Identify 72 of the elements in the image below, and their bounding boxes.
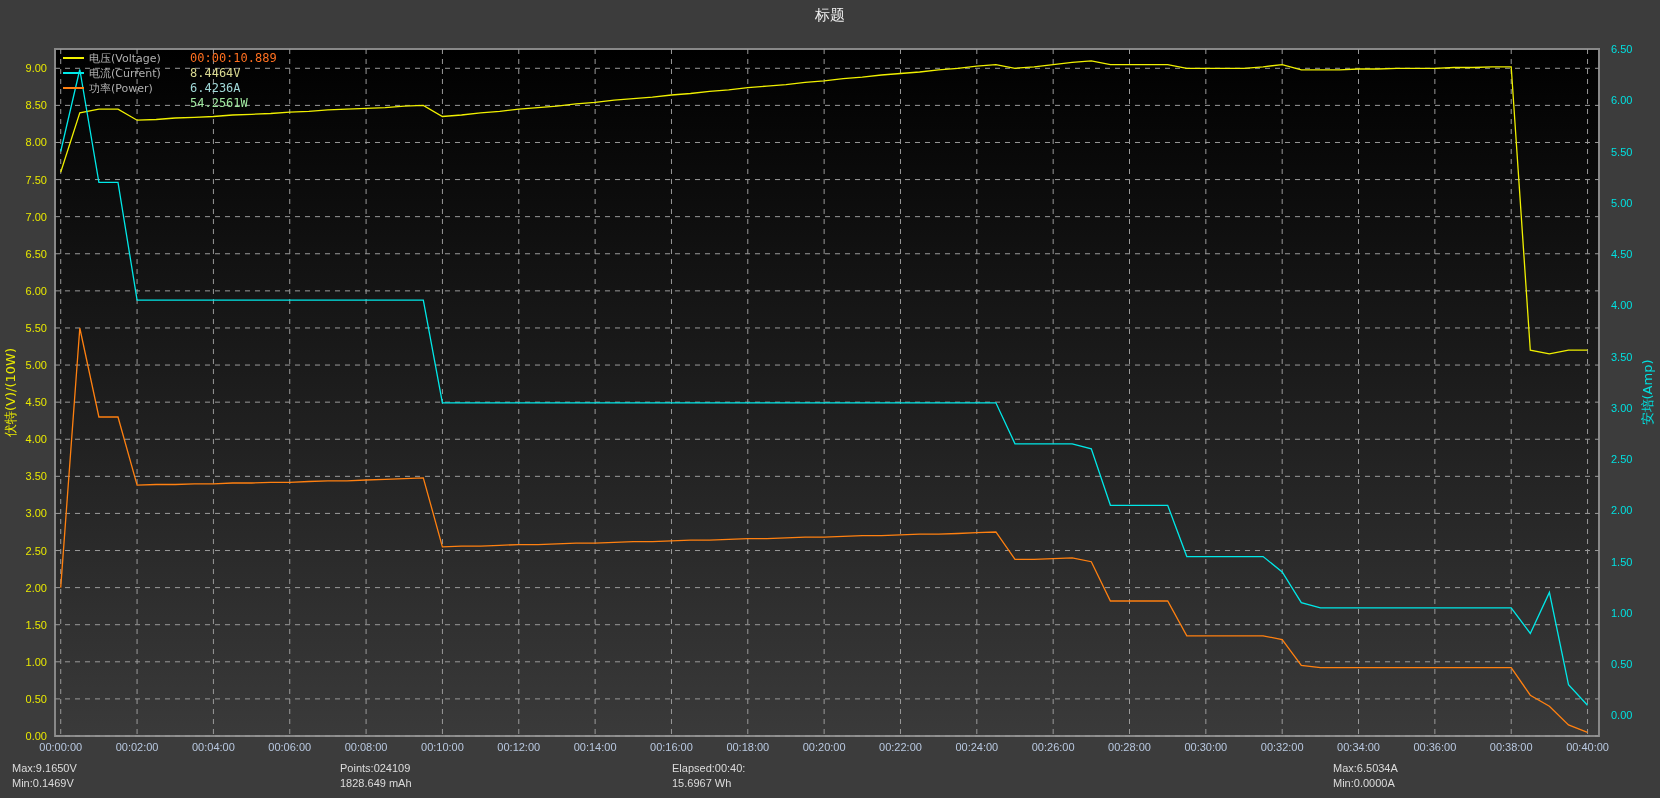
axis-tick-label: 00:32:00 xyxy=(1260,741,1304,752)
axis-tick-label: 00:22:00 xyxy=(879,741,922,752)
axis-tick-label: 00:24:00 xyxy=(955,741,999,752)
axis-tick-label: 1.00 xyxy=(25,655,47,668)
axis-tick-label: 00:00:00 xyxy=(39,741,83,752)
axis-tick-label: 5.00 xyxy=(25,359,47,372)
axis-tick-label: 00:04:00 xyxy=(192,741,235,752)
axis-tick-label: 00:14:00 xyxy=(573,741,617,752)
axis-tick-label: 5.50 xyxy=(1611,145,1633,158)
axis-tick-label: 00:18:00 xyxy=(726,741,770,752)
axis-tick-label: 6.00 xyxy=(1611,94,1633,107)
axis-tick-label: 1.50 xyxy=(25,618,47,631)
axis-tick-label: 3.50 xyxy=(1611,350,1633,363)
axis-tick-label: 00:28:00 xyxy=(1108,741,1151,752)
axis-tick-label: 00:34:00 xyxy=(1337,741,1380,752)
axis-tick-label: 2.50 xyxy=(1611,453,1633,466)
axis-tick-label: 00:10:00 xyxy=(421,741,464,752)
axis-tick-label: 6.50 xyxy=(1611,43,1633,55)
cursor-value: 54.2561W xyxy=(190,96,248,110)
legend-label: 电流(Current) xyxy=(89,67,161,80)
axis-tick-label: 3.00 xyxy=(25,507,47,520)
stat-text: 15.6967 Wh xyxy=(672,776,732,789)
axis-tick-label: 7.00 xyxy=(25,210,47,223)
axis-tick-label: 4.50 xyxy=(1611,248,1633,261)
axis-tick-label: 00:20:00 xyxy=(802,741,846,752)
axis-tick-label: 00:02:00 xyxy=(115,741,159,752)
axis-tick-label: 00:08:00 xyxy=(344,741,388,752)
legend-label: 功率(Power) xyxy=(89,82,153,95)
axis-tick-label: 8.00 xyxy=(25,136,47,149)
axis-tick-label: 4.50 xyxy=(25,396,47,409)
axis-tick-label: 3.00 xyxy=(1611,401,1633,414)
axis-tick-label: 00:16:00 xyxy=(650,741,693,752)
axis-tick-label: 6.00 xyxy=(25,284,47,297)
axis-tick-label: 4.00 xyxy=(1611,299,1633,312)
axis-tick-label: 7.50 xyxy=(25,173,47,186)
axis-tick-label: 0.50 xyxy=(25,692,47,705)
axis-tick-label: 8.50 xyxy=(25,99,47,112)
stat-text: Max:6.5034A xyxy=(1333,761,1398,774)
stat-text: Elapsed:00:40: xyxy=(672,761,746,774)
axis-tick-label: 0.00 xyxy=(25,730,47,742)
stat-text: Points:024109 xyxy=(340,761,411,774)
axis-tick-label: 5.50 xyxy=(25,321,47,334)
axis-tick-label: 00:12:00 xyxy=(497,741,541,752)
axis-tick-label: 00:06:00 xyxy=(268,741,312,752)
axis-tick-label: 2.00 xyxy=(25,581,47,594)
stat-text: Min:0.1469V xyxy=(12,776,74,789)
axis-tick-label: 2.50 xyxy=(25,544,47,557)
cursor-value: 6.4236A xyxy=(190,81,241,95)
axis-tick-label: 5.00 xyxy=(1611,196,1633,209)
axis-title: 伏特(V)/(10W) xyxy=(3,348,18,437)
cursor-time: 00:00:10.889 xyxy=(190,51,277,65)
cursor-value: 8.4464V xyxy=(190,66,241,80)
chart-title: 标题 xyxy=(815,5,845,25)
axis-tick-label: 00:38:00 xyxy=(1489,741,1533,752)
axis-title: 安培(Amp) xyxy=(1640,359,1655,426)
axis-tick-label: 1.50 xyxy=(1611,555,1633,568)
axis-tick-label: 3.50 xyxy=(25,470,47,483)
axis-tick-label: 9.00 xyxy=(25,62,47,75)
stat-text: 1828.649 mAh xyxy=(340,776,412,789)
axis-tick-label: 2.00 xyxy=(1611,504,1633,517)
axis-tick-label: 4.00 xyxy=(25,433,47,446)
stat-text: Min:0.0000A xyxy=(1333,776,1395,789)
axis-tick-label: 6.50 xyxy=(25,247,47,260)
axis-tick-label: 1.00 xyxy=(1611,606,1633,619)
axis-tick-label: 00:40:00 xyxy=(1566,741,1609,752)
stat-text: Max:9.1650V xyxy=(12,761,77,774)
axis-tick-label: 0.00 xyxy=(1611,709,1633,722)
axis-tick-label: 00:36:00 xyxy=(1413,741,1457,752)
legend-label: 电压(Voltage) xyxy=(89,52,161,65)
axis-tick-label: 00:26:00 xyxy=(1031,741,1075,752)
axis-tick-label: 00:30:00 xyxy=(1184,741,1228,752)
axis-tick-label: 0.50 xyxy=(1611,658,1633,671)
